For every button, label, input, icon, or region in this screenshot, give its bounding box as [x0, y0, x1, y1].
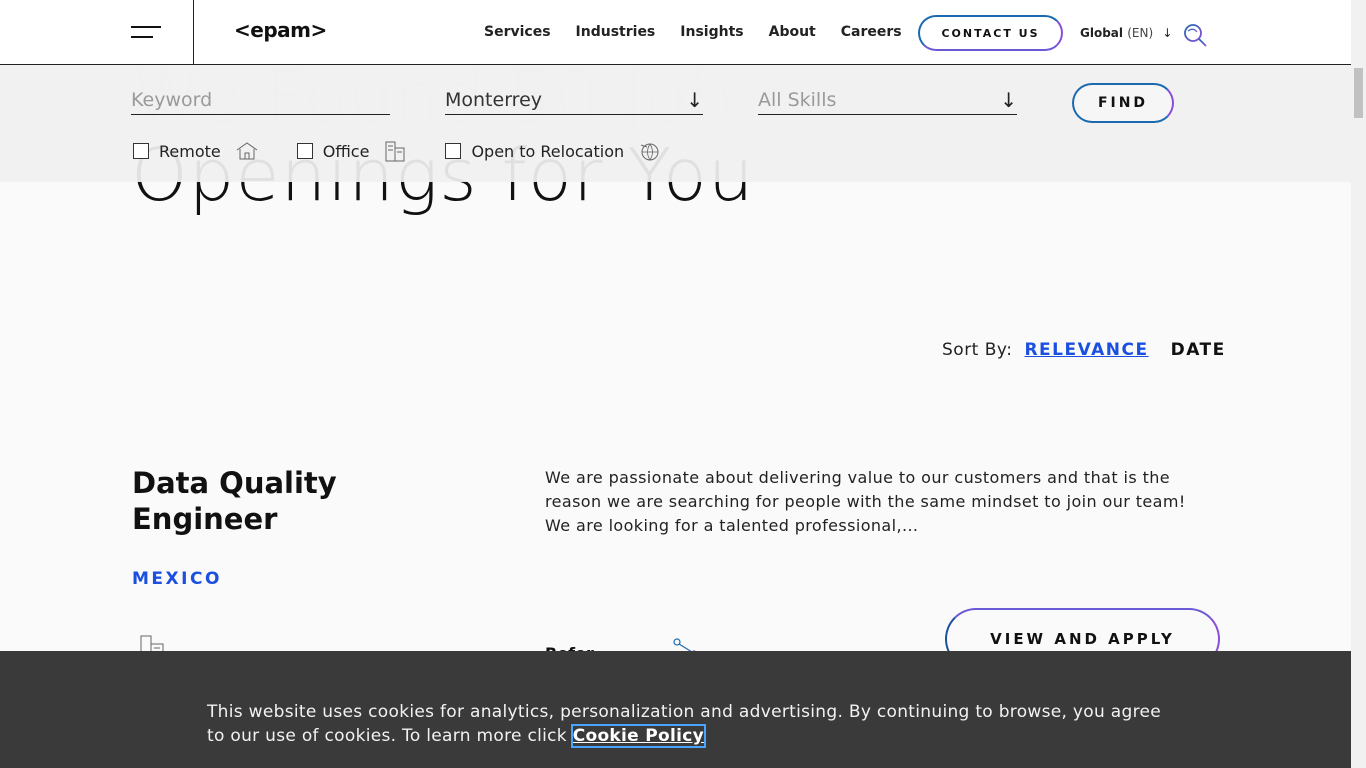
sort-date-link[interactable]: DATE: [1171, 340, 1226, 360]
building-icon: [385, 141, 405, 162]
globe-plane-icon: [640, 143, 659, 161]
cookie-policy-link[interactable]: Cookie Policy: [570, 724, 706, 748]
nav-insights[interactable]: Insights: [680, 24, 743, 40]
epam-logo[interactable]: <epam>: [234, 18, 327, 42]
checkbox-box[interactable]: [296, 143, 313, 159]
language-selector[interactable]: Global (EN) ↓: [1080, 26, 1172, 40]
checkbox-box[interactable]: [445, 143, 462, 159]
arrow-down-icon: ↓: [1000, 87, 1017, 112]
lang-label: (EN): [1127, 26, 1154, 40]
skills-placeholder: All Skills: [758, 88, 837, 111]
cookie-message: This website uses cookies for analytics,…: [207, 700, 1167, 748]
relocation-checkbox[interactable]: Open to Relocation: [445, 140, 662, 162]
sort-label: Sort By:: [942, 340, 1013, 360]
menu-icon[interactable]: [131, 26, 163, 40]
office-label: Office: [322, 141, 370, 161]
remote-label: Remote: [159, 141, 221, 161]
site-header: <epam> Services Industries Insights Abou…: [0, 0, 1351, 65]
arrow-down-icon: ↓: [1162, 26, 1173, 40]
keyword-placeholder: Keyword: [131, 88, 213, 111]
nav-careers[interactable]: Careers: [841, 24, 902, 40]
find-button[interactable]: FIND: [1072, 83, 1174, 123]
main-nav: Services Industries Insights About Caree…: [484, 24, 902, 40]
nav-industries[interactable]: Industries: [576, 24, 656, 40]
contact-us-button[interactable]: CONTACT US: [918, 15, 1063, 51]
keyword-input[interactable]: Keyword: [131, 85, 390, 115]
office-checkbox[interactable]: Office: [296, 140, 408, 162]
job-country: MEXICO: [132, 569, 222, 589]
home-icon: [236, 142, 258, 160]
nav-services[interactable]: Services: [484, 24, 551, 40]
checkbox-box[interactable]: [133, 143, 149, 159]
page-scrollbar[interactable]: [1351, 0, 1366, 768]
header-divider: [193, 0, 194, 65]
location-value: Monterrey: [445, 88, 543, 111]
location-select[interactable]: Monterrey ↓: [445, 85, 703, 115]
job-description: We are passionate about delivering value…: [545, 468, 1186, 535]
work-type-filters: Remote Office Open to Relocation: [133, 140, 700, 162]
search-icon[interactable]: [1182, 22, 1208, 48]
nav-about[interactable]: About: [769, 24, 816, 40]
global-label: Global: [1080, 26, 1124, 40]
sort-relevance-link[interactable]: RELEVANCE: [1024, 340, 1148, 360]
cookie-banner: This website uses cookies for analytics,…: [0, 651, 1351, 768]
job-title[interactable]: Data Quality Engineer: [132, 465, 432, 537]
remote-checkbox[interactable]: Remote: [133, 140, 259, 162]
scrollbar-thumb[interactable]: [1354, 68, 1363, 118]
relocation-label: Open to Relocation: [471, 141, 625, 161]
sort-controls: Sort By: RELEVANCE DATE: [942, 340, 1226, 360]
job-search-filter: Keyword Monterrey ↓ All Skills ↓ FIND Re…: [0, 65, 1351, 182]
arrow-down-icon: ↓: [686, 87, 703, 112]
skills-select[interactable]: All Skills ↓: [758, 85, 1017, 115]
